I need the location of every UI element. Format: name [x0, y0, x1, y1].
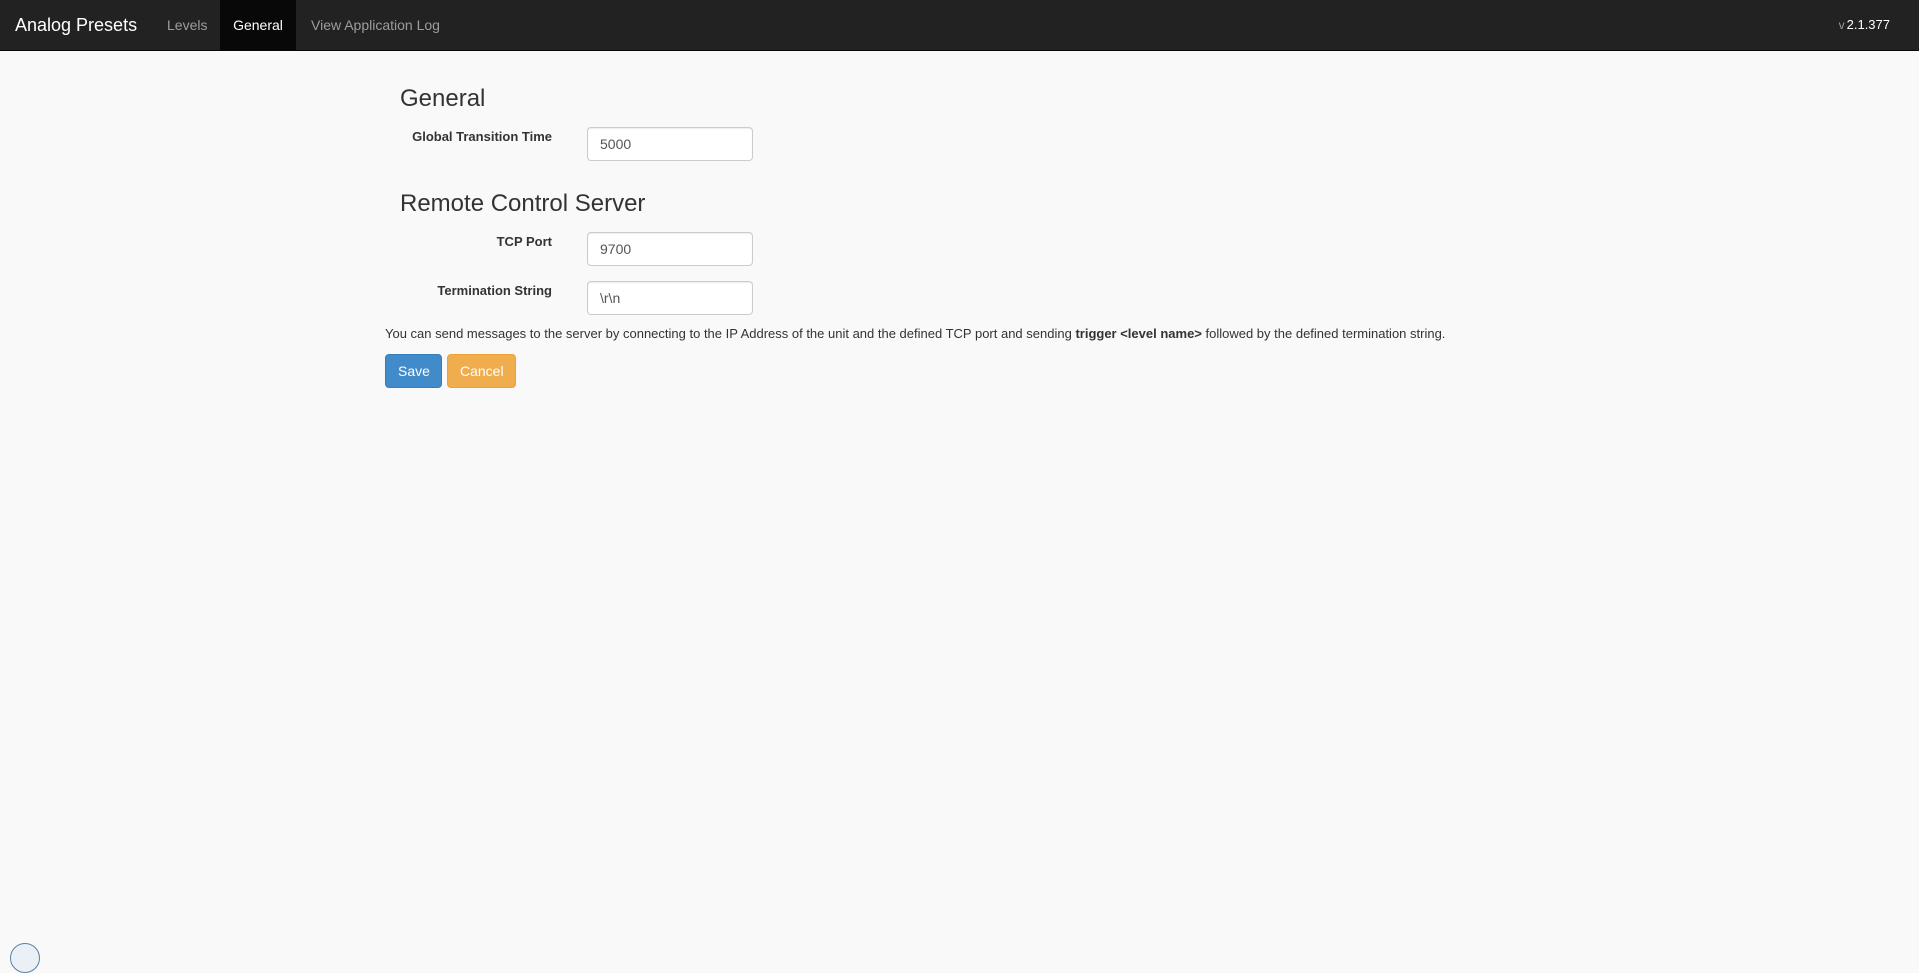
brand-link[interactable]: Analog Presets	[15, 14, 137, 36]
remote-control-help-text: You can send messages to the server by c…	[385, 325, 1445, 343]
help-text-command: trigger <level name>	[1075, 326, 1202, 341]
global-transition-time-input[interactable]	[587, 127, 753, 161]
general-section-title: General	[400, 85, 486, 112]
termination-string-label: Termination String	[437, 283, 552, 298]
version-number: 2.1.377	[1846, 17, 1890, 32]
tcp-port-label: TCP Port	[496, 234, 552, 249]
version-info: v 2.1.377	[1839, 0, 1890, 51]
tcp-port-input[interactable]	[587, 232, 753, 266]
nav-view-application-log[interactable]: View Application Log	[296, 0, 455, 51]
nav-general[interactable]: General	[220, 0, 296, 51]
termination-string-input[interactable]	[587, 281, 753, 315]
remote-control-section-title: Remote Control Server	[400, 190, 646, 217]
global-transition-time-label: Global Transition Time	[412, 129, 552, 144]
help-text-before: You can send messages to the server by c…	[385, 326, 1076, 341]
cancel-button[interactable]: Cancel	[447, 354, 516, 388]
save-button[interactable]: Save	[385, 354, 442, 388]
nav-levels[interactable]: Levels	[152, 0, 222, 51]
help-text-after: followed by the defined termination stri…	[1201, 326, 1446, 341]
version-prefix: v	[1838, 18, 1845, 32]
top-navbar: Analog Presets Levels General View Appli…	[0, 0, 1919, 51]
